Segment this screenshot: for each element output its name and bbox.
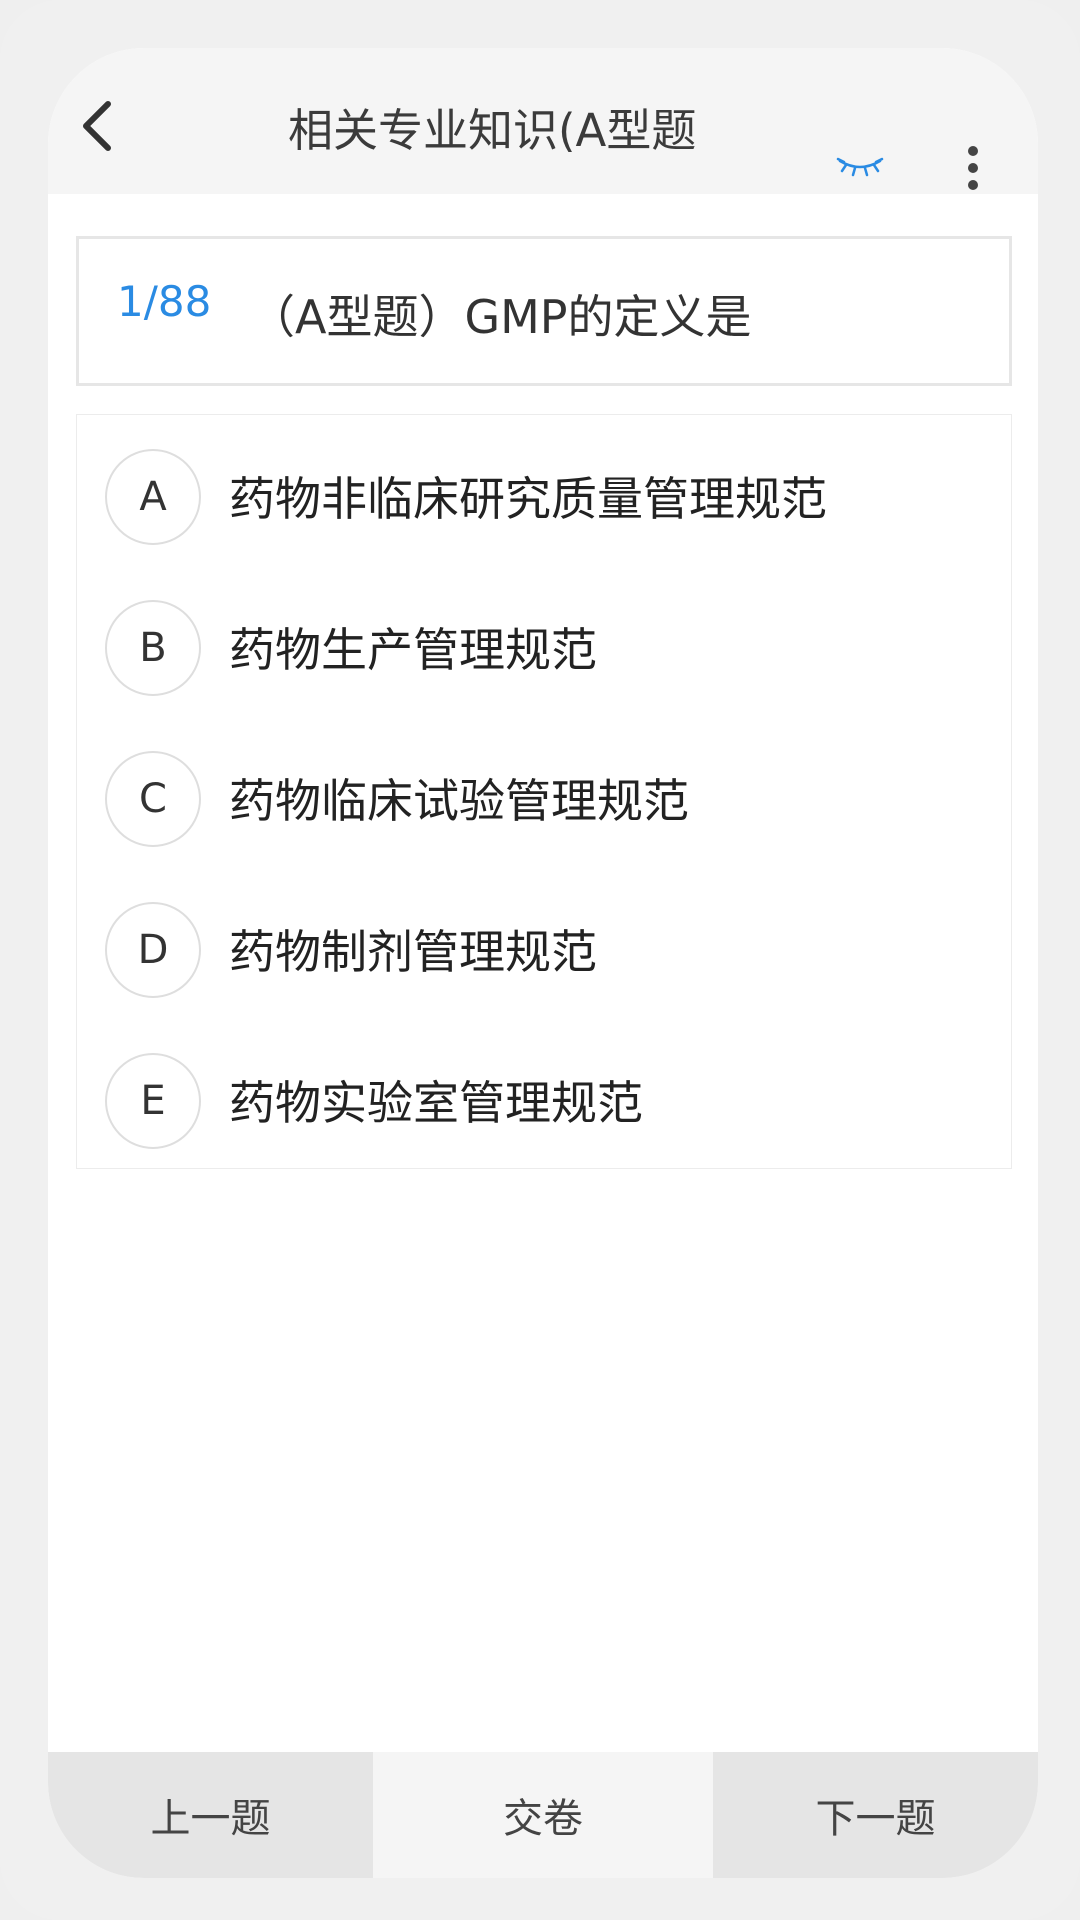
more-options-button[interactable] (948, 130, 998, 210)
option-letter-circle: E (105, 1053, 201, 1149)
question-number: 1/88 (117, 277, 212, 326)
option-c[interactable]: C 药物临床试验管理规范 (77, 741, 1011, 851)
more-vertical-icon (966, 146, 980, 194)
option-letter-circle: A (105, 449, 201, 545)
toggle-answer-visibility-button[interactable] (832, 148, 888, 188)
top-app-bar: 相关专业知识(A型题 (48, 48, 1038, 194)
option-text: 药物非临床研究质量管理规范 (229, 472, 827, 526)
device-frame: 相关专业知识(A型题 1/88 （A型题）GMP的定义是 A 药物非临床研究质量… (0, 0, 1080, 1920)
bottom-action-bar: 上一题 交卷 下一题 (48, 1752, 1038, 1878)
chevron-left-icon (78, 98, 118, 158)
option-letter-circle: C (105, 751, 201, 847)
option-e[interactable]: E 药物实验室管理规范 (77, 1043, 1011, 1153)
option-text: 药物生产管理规范 (229, 623, 597, 677)
option-a[interactable]: A 药物非临床研究质量管理规范 (77, 439, 1011, 549)
back-button[interactable] (68, 98, 128, 158)
option-text: 药物制剂管理规范 (229, 925, 597, 979)
next-question-button[interactable]: 下一题 (713, 1752, 1038, 1878)
app-screen: 相关专业知识(A型题 1/88 （A型题）GMP的定义是 A 药物非临床研究质量… (48, 48, 1038, 1878)
option-text: 药物临床试验管理规范 (229, 774, 689, 828)
submit-exam-button[interactable]: 交卷 (373, 1752, 713, 1878)
page-title: 相关专业知识(A型题 (288, 104, 697, 157)
eye-closed-icon (836, 155, 884, 181)
question-text: （A型题）GMP的定义是 (249, 290, 752, 344)
option-letter-circle: B (105, 600, 201, 696)
previous-question-button[interactable]: 上一题 (48, 1752, 373, 1878)
options-list: A 药物非临床研究质量管理规范 B 药物生产管理规范 C 药物临床试验管理规范 … (76, 414, 1012, 1169)
question-card: 1/88 （A型题）GMP的定义是 (76, 236, 1012, 386)
option-b[interactable]: B 药物生产管理规范 (77, 590, 1011, 700)
option-d[interactable]: D 药物制剂管理规范 (77, 892, 1011, 1002)
option-text: 药物实验室管理规范 (229, 1076, 643, 1130)
option-letter-circle: D (105, 902, 201, 998)
